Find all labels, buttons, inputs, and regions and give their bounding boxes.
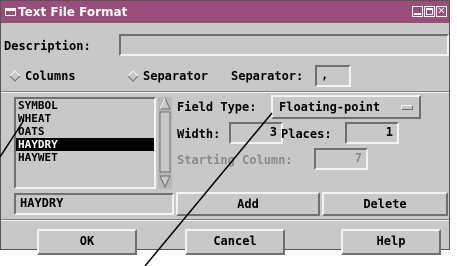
annotation-lines bbox=[0, 112, 273, 266]
pointer-line bbox=[144, 112, 273, 266]
pointer-line bbox=[0, 119, 25, 158]
